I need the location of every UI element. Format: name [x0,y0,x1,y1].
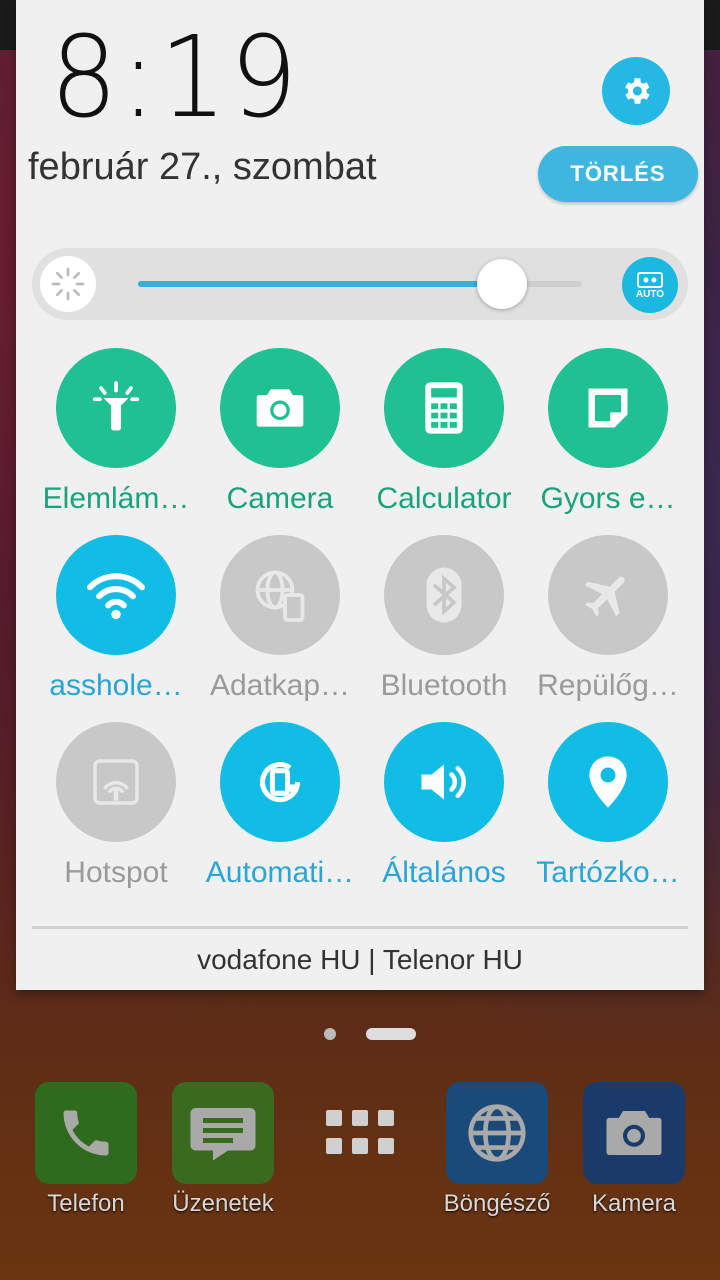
carrier-label: vodafone HU | Telenor HU [197,944,523,975]
quick-toggle-location[interactable]: Tartózko… [526,722,690,890]
brightness-slider[interactable] [138,259,582,309]
brightness-control: AUTO [32,248,688,320]
date-label: február 27., szombat [28,146,377,188]
quick-toggle-label: Repülőg… [537,669,679,702]
brightness-icon [40,256,96,312]
quick-toggle-label: Elemlám… [42,482,190,515]
settings-button[interactable] [602,57,670,125]
quick-toggle-label: asshole… [49,669,183,702]
auto-brightness-label: AUTO [635,288,665,300]
quick-toggle-label: Automati… [205,856,355,889]
quick-toggle-wifi[interactable]: asshole… [34,535,198,703]
quick-toggle-hotspot[interactable]: Hotspot [34,722,198,890]
divider [32,926,688,929]
quick-toggle-bluetooth[interactable]: Bluetooth [362,535,526,703]
auto-brightness-button[interactable]: AUTO [622,257,678,313]
airplane-icon [548,535,668,655]
brightness-slider-thumb[interactable] [477,259,528,309]
quick-toggle-camera[interactable]: Camera [198,348,362,516]
page-indicator-current[interactable] [366,1028,416,1040]
quick-toggle-flashlight[interactable]: Elemlám… [34,348,198,516]
quick-toggle-label: Gyors e… [540,482,676,515]
clear-notifications-button[interactable]: TÖRLÉS [538,146,698,202]
clock: 8:19 [50,13,301,143]
quick-toggle-airplane[interactable]: Repülőg… [526,535,690,703]
dock-label: Üzenetek [172,1190,274,1217]
brightness-slider-fill [138,281,503,287]
quick-toggle-auto-rotate[interactable]: Automati… [198,722,362,890]
wifi-icon [56,535,176,655]
app-drawer-icon[interactable] [326,1110,394,1154]
quick-toggle-volume[interactable]: Általános [362,722,526,890]
camera-icon [220,348,340,468]
page-indicator-dot[interactable] [324,1028,336,1040]
auto-rotate-icon [220,722,340,842]
dock-label: Telefon [47,1190,125,1217]
quick-toggle-label: Calculator [376,482,512,515]
flashlight-icon [56,348,176,468]
auto-brightness-icon [637,271,663,288]
gear-icon [625,78,650,104]
dock-app-bongeszo[interactable]: Böngésző [437,1082,557,1218]
camera-icon [583,1082,685,1184]
dock-app-telefon[interactable]: Telefon [26,1082,146,1218]
quick-toggle-label: Hotspot [64,856,168,889]
quick-toggle-quick-memo[interactable]: Gyors e… [526,348,690,516]
quick-toggle-label: Tartózko… [536,856,680,889]
quick-toggle-mobile-data[interactable]: Adatkap… [198,535,362,703]
quick-toggle-label: Adatkap… [209,669,351,702]
quick-toggle-label: Általános [382,856,506,889]
phone-icon [35,1082,137,1184]
dock-label: Kamera [591,1190,677,1217]
hotspot-icon [56,722,176,842]
quick-toggle-calculator[interactable]: Calculator [362,348,526,516]
browser-icon [446,1082,548,1184]
location-icon [548,722,668,842]
dock-label: Böngésző [443,1190,551,1217]
quick-memo-icon [548,348,668,468]
volume-icon [384,722,504,842]
bluetooth-icon [384,535,504,655]
messages-icon [172,1082,274,1184]
calculator-icon [384,348,504,468]
quick-toggle-label: Bluetooth [380,669,508,702]
quick-toggle-label: Camera [226,482,334,515]
dock-app-uzenetek[interactable]: Üzenetek [163,1082,283,1218]
dock-app-kamera[interactable]: Kamera [574,1082,694,1218]
mobile-data-icon [220,535,340,655]
quick-settings-panel: 8:19 február 27., szombat TÖRLÉS AUTO El… [16,0,704,990]
